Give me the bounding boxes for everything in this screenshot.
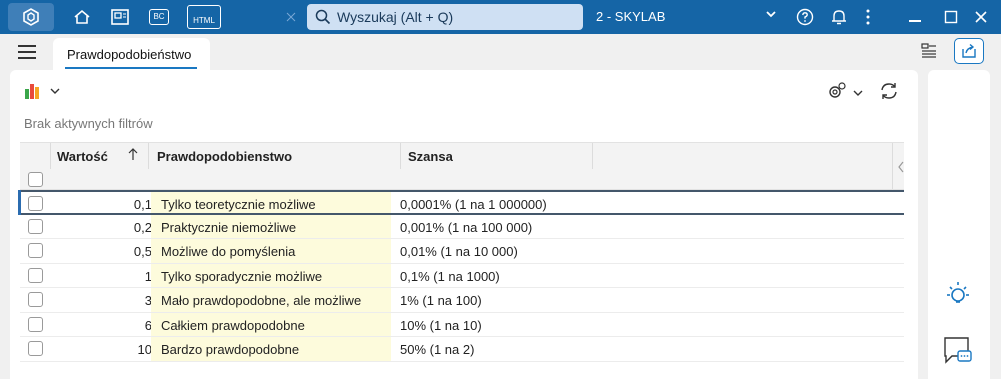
main-panel: Brak aktywnych filtrów Wartość Prawdopod… <box>10 70 918 379</box>
chevron-left-icon[interactable] <box>897 161 905 176</box>
search-icon <box>284 3 298 31</box>
title-bar: BC HTML Wyszukaj (Alt + Q) 2 - SKYLAB <box>0 0 1001 34</box>
chevron-down-icon[interactable] <box>853 86 863 101</box>
close-icon[interactable] <box>970 3 992 31</box>
select-all-checkbox[interactable] <box>28 172 43 187</box>
table-row[interactable]: 0,1 Tylko teoretycznie możliwe 0,0001% (1 … <box>18 190 904 215</box>
cell-wartosc[interactable]: 10 <box>52 342 152 357</box>
cell-prawdopodobienstwo[interactable]: Tylko teoretycznie możliwe <box>151 192 391 213</box>
tab-prawdopodobienstwo[interactable]: Prawdopodobieństwo <box>53 38 210 70</box>
home-icon[interactable] <box>68 3 96 31</box>
chat-icon[interactable] <box>942 334 974 369</box>
cell-prawdopodobienstwo[interactable]: Tylko sporadycznie możliwe <box>151 263 391 287</box>
table-row[interactable]: 10 Bardzo prawdopodobne 50% (1 na 2) <box>20 337 904 362</box>
table-row[interactable]: 0,2 Praktycznie niemożliwe 0,001% (1 na 10… <box>20 214 904 239</box>
sort-ascending-icon[interactable] <box>128 147 138 164</box>
menu-icon[interactable] <box>18 45 36 59</box>
data-grid: Wartość Prawdopodobienstwo Szansa 0,1 Tyl… <box>18 142 904 362</box>
cell-szansa[interactable]: 50% (1 na 2) <box>400 342 474 357</box>
cell-prawdopodobienstwo[interactable]: Mało prawdopodobne, ale możliwe <box>151 288 391 312</box>
column-header-szansa[interactable]: Szansa <box>408 149 453 164</box>
row-checkbox[interactable] <box>28 316 43 332</box>
side-panel <box>928 70 990 379</box>
cell-szansa[interactable]: 0,01% (1 na 10 000) <box>400 244 518 259</box>
table-row[interactable]: 0,5 Możliwe do pomyślenia 0,01% (1 na 10 0… <box>20 239 904 264</box>
cell-wartosc[interactable]: 3 <box>52 293 152 308</box>
cell-prawdopodobienstwo[interactable]: Całkiem prawdopodobne <box>151 312 391 336</box>
search-placeholder: Wyszukaj (Alt + Q) <box>337 9 454 25</box>
cell-szansa[interactable]: 10% (1 na 10) <box>400 318 482 333</box>
window-icon[interactable] <box>106 3 134 31</box>
grid-header: Wartość Prawdopodobienstwo Szansa <box>20 142 904 190</box>
cell-wartosc[interactable]: 0,5 <box>52 244 152 259</box>
row-checkbox[interactable] <box>28 267 43 283</box>
grid-body: 0,1 Tylko teoretycznie możliwe 0,0001% (1 … <box>18 190 904 362</box>
bell-icon[interactable] <box>828 3 850 31</box>
company-name[interactable]: 2 - SKYLAB <box>596 9 665 24</box>
table-row[interactable]: 1 Tylko sporadycznie możliwe 0,1% (1 na 10… <box>20 263 904 288</box>
html-icon-label: HTML <box>187 5 221 29</box>
cell-wartosc[interactable]: 6 <box>52 318 152 333</box>
cell-prawdopodobienstwo[interactable]: Możliwe do pomyślenia <box>151 239 391 263</box>
cell-szansa[interactable]: 0,001% (1 na 100 000) <box>400 220 532 235</box>
refresh-icon[interactable] <box>878 80 900 105</box>
cell-prawdopodobienstwo[interactable]: Bardzo prawdopodobne <box>151 337 391 361</box>
more-icon[interactable] <box>860 3 876 31</box>
bc-icon[interactable]: BC <box>146 3 172 31</box>
chart-icon[interactable] <box>24 82 46 103</box>
row-checkbox[interactable] <box>28 218 43 234</box>
tab-bar: Prawdopodobieństwo <box>0 34 1001 70</box>
filters-status: Brak aktywnych filtrów <box>24 116 153 131</box>
cell-wartosc[interactable]: 1 <box>52 269 152 284</box>
cell-wartosc[interactable]: 0,2 <box>52 220 152 235</box>
column-header-prawdopodobienstwo[interactable]: Prawdopodobienstwo <box>157 149 292 164</box>
lightbulb-icon[interactable] <box>944 280 972 311</box>
cell-prawdopodobienstwo[interactable]: Praktycznie niemożliwe <box>151 214 391 238</box>
html-icon[interactable]: HTML <box>184 3 224 31</box>
search-icon <box>315 9 331 25</box>
tab-label: Prawdopodobieństwo <box>67 47 192 62</box>
share-icon[interactable] <box>954 38 984 64</box>
row-checkbox[interactable] <box>28 243 43 258</box>
chevron-down-icon[interactable] <box>765 8 777 23</box>
chevron-down-icon[interactable] <box>50 84 60 99</box>
cell-szansa[interactable]: 0,1% (1 na 1000) <box>400 269 500 284</box>
minimize-icon[interactable] <box>904 3 926 31</box>
search-input[interactable]: Wyszukaj (Alt + Q) <box>307 4 583 30</box>
maximize-icon[interactable] <box>940 3 962 31</box>
details-list-icon[interactable] <box>920 42 938 63</box>
row-selection-indicator <box>18 190 21 215</box>
tab-active-indicator <box>65 67 197 69</box>
table-row[interactable]: 6 Całkiem prawdopodobne 10% (1 na 10) <box>20 312 904 337</box>
bc-icon-label: BC <box>149 9 169 25</box>
app-logo-icon[interactable] <box>8 3 54 31</box>
help-icon[interactable] <box>794 3 816 31</box>
row-checkbox[interactable] <box>28 292 43 307</box>
row-checkbox[interactable] <box>28 341 43 356</box>
table-row[interactable]: 3 Mało prawdopodobne, ale możliwe 1% (1 na… <box>20 288 904 313</box>
cell-szansa[interactable]: 0,0001% (1 na 1 000000) <box>400 197 547 212</box>
column-header-wartosc[interactable]: Wartość <box>57 149 108 164</box>
cell-szansa[interactable]: 1% (1 na 100) <box>400 293 482 308</box>
settings-icon[interactable] <box>826 80 848 105</box>
cell-wartosc[interactable]: 0,1 <box>52 197 152 212</box>
row-checkbox[interactable] <box>28 196 43 211</box>
